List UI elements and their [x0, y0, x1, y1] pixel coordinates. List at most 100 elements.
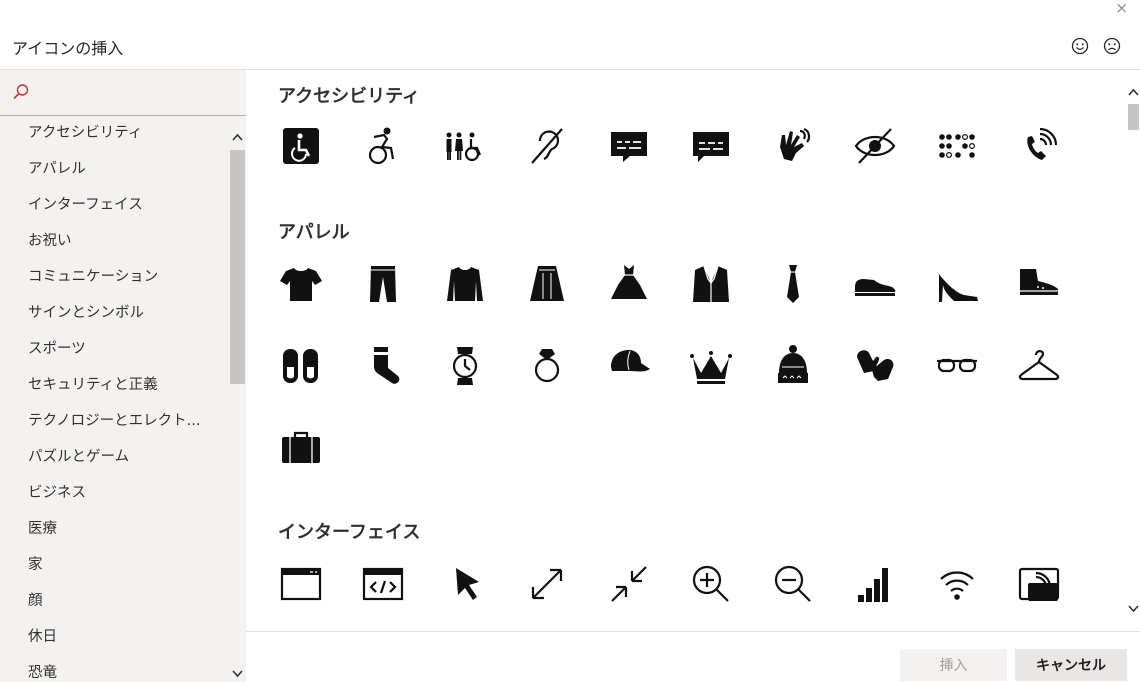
sock-icon[interactable] — [353, 336, 413, 396]
collapse-arrows-icon[interactable] — [599, 554, 659, 614]
sidebar-category-item[interactable]: パズルとゲーム — [0, 440, 229, 476]
cursor-arrow-icon[interactable] — [435, 554, 495, 614]
skirt-icon — [530, 266, 564, 301]
dress-shoe-icon — [855, 279, 896, 296]
braille-icon — [939, 134, 975, 159]
dress-icon — [611, 265, 647, 299]
signal-bars-icon[interactable] — [845, 554, 905, 614]
crown-icon — [690, 351, 732, 384]
sidebar-category-item[interactable]: スポーツ — [0, 332, 229, 368]
zoom-in-icon[interactable] — [681, 554, 741, 614]
tie-icon[interactable] — [763, 254, 823, 314]
search-input[interactable] — [34, 78, 234, 106]
contactless-screen-icon — [1018, 567, 1060, 601]
subtitles-icon[interactable] — [681, 116, 741, 176]
accessible-icon — [283, 128, 319, 164]
family-wheelchair-icon — [446, 132, 482, 162]
sidebar-category-item[interactable]: ビジネス — [0, 476, 229, 512]
winter-hat-icon[interactable] — [763, 336, 823, 396]
sidebar-category-item[interactable]: アクセシビリティ — [0, 116, 229, 152]
sock-icon — [374, 347, 400, 384]
sidebar-scroll-thumb[interactable] — [230, 150, 245, 384]
sidebar-category-item[interactable]: セキュリティと正義 — [0, 368, 229, 404]
braille-icon[interactable] — [927, 116, 987, 176]
wifi-icon[interactable] — [927, 554, 987, 614]
search-box — [0, 70, 246, 116]
winter-hat-icon — [778, 345, 808, 383]
wristwatch-icon — [452, 347, 478, 385]
wristwatch-icon[interactable] — [435, 336, 495, 396]
sneaker-icon[interactable] — [1009, 254, 1069, 314]
pants-icon[interactable] — [353, 254, 413, 314]
active-wheelchair-icon[interactable] — [353, 116, 413, 176]
volume-control-phone-icon — [1027, 127, 1058, 160]
suit-jacket-icon[interactable] — [681, 254, 741, 314]
chevron-up-icon[interactable] — [1127, 86, 1140, 99]
closed-captioning-icon[interactable] — [599, 116, 659, 176]
sidebar-category-item[interactable]: 休日 — [0, 620, 229, 656]
smile-icon[interactable] — [1070, 36, 1090, 56]
chevron-up-icon[interactable] — [231, 131, 244, 144]
zoom-out-icon[interactable] — [763, 554, 823, 614]
ring-icon[interactable] — [517, 336, 577, 396]
signal-bars-icon — [858, 568, 888, 602]
visually-impaired-icon — [854, 128, 896, 164]
suit-jacket-icon — [693, 265, 729, 302]
briefcase-icon — [282, 431, 320, 463]
chevron-down-icon[interactable] — [231, 667, 244, 680]
visually-impaired-icon[interactable] — [845, 116, 905, 176]
expand-arrows-icon[interactable] — [517, 554, 577, 614]
crown-icon[interactable] — [681, 336, 741, 396]
cancel-button[interactable]: キャンセル — [1015, 649, 1127, 681]
hearing-impaired-icon[interactable] — [517, 116, 577, 176]
sidebar-category-item[interactable]: 恐竜 — [0, 656, 229, 682]
ring-icon — [534, 349, 560, 383]
collapse-arrows-icon — [611, 566, 647, 602]
category-list: アクセシビリティ アパレル インターフェイス お祝い コミュニケーション サインとシンボル… — [0, 116, 229, 682]
dialog-footer: 挿入 キャンセル — [246, 631, 1140, 682]
volume-control-phone-icon[interactable] — [1009, 116, 1069, 176]
cursor-arrow-icon — [456, 568, 479, 600]
section-title: インターフェイス — [278, 522, 421, 543]
dress-shoe-icon[interactable] — [845, 254, 905, 314]
insert-button[interactable]: 挿入 — [900, 649, 1007, 681]
high-heel-icon[interactable] — [927, 254, 987, 314]
tshirt-icon[interactable] — [271, 254, 331, 314]
glasses-icon[interactable] — [927, 336, 987, 396]
active-wheelchair-icon — [368, 127, 395, 165]
sweater-icon[interactable] — [435, 254, 495, 314]
sidebar-category-item[interactable]: 顔 — [0, 584, 229, 620]
sidebar-scrollbar[interactable] — [229, 116, 246, 682]
family-wheelchair-icon[interactable] — [435, 116, 495, 176]
browser-code-icon[interactable] — [353, 554, 413, 614]
section-title: アクセシビリティ — [278, 86, 421, 107]
contactless-screen-icon[interactable] — [1009, 554, 1069, 614]
sidebar-category-item[interactable]: インターフェイス — [0, 188, 229, 224]
gallery-scroll-thumb[interactable] — [1128, 104, 1139, 130]
sidebar-category-item[interactable]: 医療 — [0, 512, 229, 548]
sidebar-category-item[interactable]: お祝い — [0, 224, 229, 260]
baseball-cap-icon[interactable] — [599, 336, 659, 396]
glasses-icon — [937, 358, 977, 373]
sidebar-category-item[interactable]: テクノロジーとエレクト... — [0, 404, 229, 440]
sidebar-category-item[interactable]: アパレル — [0, 152, 229, 188]
clothes-hanger-icon[interactable] — [1009, 336, 1069, 396]
slippers-icon[interactable] — [271, 336, 331, 396]
skirt-icon[interactable] — [517, 254, 577, 314]
sidebar-category-item[interactable]: コミュニケーション — [0, 260, 229, 296]
frown-icon[interactable] — [1102, 36, 1122, 56]
accessible-icon[interactable] — [271, 116, 331, 176]
browser-window-icon[interactable] — [271, 554, 331, 614]
mittens-icon[interactable] — [845, 336, 905, 396]
briefcase-icon[interactable] — [271, 418, 331, 478]
baseball-cap-icon — [611, 350, 650, 372]
sidebar-category-item[interactable]: 家 — [0, 548, 229, 584]
dress-icon[interactable] — [599, 254, 659, 314]
high-heel-icon — [938, 273, 978, 302]
close-icon[interactable]: × — [1115, 0, 1128, 17]
chevron-down-icon[interactable] — [1127, 602, 1140, 615]
sidebar-category-item[interactable]: サインとシンボル — [0, 296, 229, 332]
gallery-scrollbar[interactable] — [1127, 70, 1140, 631]
sign-language-icon[interactable] — [763, 116, 823, 176]
browser-window-icon — [280, 567, 322, 601]
